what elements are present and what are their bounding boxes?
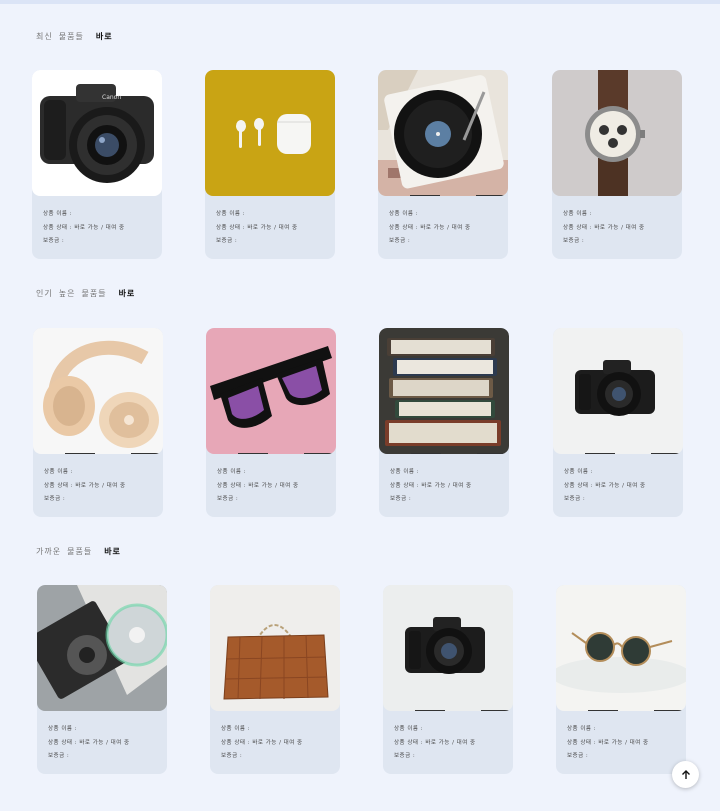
product-deposit: 보증금 : — [563, 238, 585, 244]
product-status: 상품 상태 : 바로 가능 / 대여 중 — [43, 224, 125, 231]
product-deposit: 보증금 : — [564, 496, 586, 502]
section-title-word: 물품들 — [81, 289, 107, 298]
round-sunglasses-icon — [556, 585, 686, 711]
product-name: 상품 이름 : — [390, 469, 420, 475]
svg-text:Canon: Canon — [102, 94, 121, 101]
product-image — [210, 585, 340, 711]
product-card[interactable]: 상품 이름 : 상품 상태 : 바로 가능 / 대여 중 보증금 : — [383, 585, 513, 774]
camera-icon: Canon — [32, 70, 162, 196]
product-image — [33, 328, 163, 454]
product-image — [383, 585, 513, 711]
product-name: 상품 이름 : — [217, 469, 247, 475]
section-title-word: 높은 — [58, 289, 76, 298]
section-title-word: 물품들 — [58, 32, 84, 41]
section-title: 인기 높은 물품들 바로 — [36, 288, 135, 299]
product-status: 상품 상태 : 바로 가능 / 대여 중 — [390, 482, 472, 489]
product-image: Canon — [32, 70, 162, 196]
product-status: 상품 상태 : 바로 가능 / 대여 중 — [221, 739, 303, 746]
product-deposit: 보증금 : — [216, 238, 238, 244]
product-name: 상품 이름 : — [389, 211, 419, 217]
top-bar — [0, 0, 720, 4]
section-title: 가까운 물품들 바로 — [36, 546, 121, 557]
section-title-accent: 바로 — [104, 547, 121, 556]
product-name: 상품 이름 : — [43, 211, 73, 217]
product-card[interactable]: 상품 이름 : 상품 상태 : 바로 가능 / 대여 중 보증금 : — [206, 328, 336, 517]
section-title-word: 물품들 — [67, 547, 93, 556]
product-image — [553, 328, 683, 454]
scroll-to-top-button[interactable] — [672, 761, 699, 788]
product-card[interactable]: 상품 이름 : 상품 상태 : 바로 가능 / 대여 중 보증금 : — [37, 585, 167, 774]
headphones-icon — [33, 328, 163, 454]
product-deposit: 보증금 : — [44, 496, 66, 502]
disc-drive-icon — [37, 585, 167, 711]
product-status: 상품 상태 : 바로 가능 / 대여 중 — [217, 482, 299, 489]
product-name: 상품 이름 : — [216, 211, 246, 217]
product-deposit: 보증금 : — [221, 753, 243, 759]
product-image — [556, 585, 686, 711]
product-deposit: 보증금 : — [390, 496, 412, 502]
product-status: 상품 상태 : 바로 가능 / 대여 중 — [44, 482, 126, 489]
product-image — [37, 585, 167, 711]
camera-icon — [383, 585, 513, 711]
section-title-word: 가까운 — [36, 547, 62, 556]
product-image — [378, 70, 508, 196]
product-status: 상품 상태 : 바로 가능 / 대여 중 — [564, 482, 646, 489]
section-title-accent: 바로 — [118, 289, 136, 298]
product-deposit: 보증금 : — [394, 753, 416, 759]
product-name: 상품 이름 : — [567, 726, 597, 732]
product-status: 상품 상태 : 바로 가능 / 대여 중 — [389, 224, 471, 231]
product-deposit: 보증금 : — [567, 753, 589, 759]
handbag-icon — [210, 585, 340, 711]
product-card[interactable]: 상품 이름 : 상품 상태 : 바로 가능 / 대여 중 보증금 : — [379, 328, 509, 517]
record-player-icon — [378, 70, 508, 196]
product-card[interactable]: 상품 이름 : 상품 상태 : 바로 가능 / 대여 중 보증금 : — [552, 70, 682, 259]
section-title-accent: 바로 — [95, 32, 113, 41]
product-status: 상품 상태 : 바로 가능 / 대여 중 — [567, 739, 649, 746]
arrow-up-icon — [681, 769, 690, 779]
product-name: 상품 이름 : — [221, 726, 251, 732]
product-name: 상품 이름 : — [564, 469, 594, 475]
earbuds-icon — [205, 70, 335, 196]
product-name: 상품 이름 : — [48, 726, 78, 732]
product-name: 상품 이름 : — [44, 469, 74, 475]
section-title-word: 최신 — [36, 32, 53, 41]
product-card[interactable]: 상품 이름 : 상품 상태 : 바로 가능 / 대여 중 보증금 : — [378, 70, 508, 259]
product-card[interactable]: 상품 이름 : 상품 상태 : 바로 가능 / 대여 중 보증금 : — [210, 585, 340, 774]
product-status: 상품 상태 : 바로 가능 / 대여 중 — [216, 224, 298, 231]
product-image — [552, 70, 682, 196]
sunglasses-icon — [206, 328, 336, 454]
product-card[interactable]: 상품 이름 : 상품 상태 : 바로 가능 / 대여 중 보증금 : — [205, 70, 335, 259]
product-name: 상품 이름 : — [394, 726, 424, 732]
product-card[interactable]: 상품 이름 : 상품 상태 : 바로 가능 / 대여 중 보증금 : — [556, 585, 686, 774]
product-status: 상품 상태 : 바로 가능 / 대여 중 — [563, 224, 645, 231]
product-status: 상품 상태 : 바로 가능 / 대여 중 — [394, 739, 476, 746]
product-name: 상품 이름 : — [563, 211, 593, 217]
product-image — [206, 328, 336, 454]
product-status: 상품 상태 : 바로 가능 / 대여 중 — [48, 739, 130, 746]
product-image — [379, 328, 509, 454]
section-title-word: 인기 — [36, 289, 53, 298]
product-deposit: 보증금 : — [48, 753, 70, 759]
section-title: 최신 물품들 바로 — [36, 31, 113, 42]
product-image — [205, 70, 335, 196]
watch-icon — [552, 70, 682, 196]
product-deposit: 보증금 : — [217, 496, 239, 502]
product-card[interactable]: 상품 이름 : 상품 상태 : 바로 가능 / 대여 중 보증금 : — [33, 328, 163, 517]
product-card[interactable]: Canon 상품 이름 : 상품 상태 : 바로 가능 / 대여 중 보증금 : — [32, 70, 162, 259]
product-deposit: 보증금 : — [389, 238, 411, 244]
product-card[interactable]: 상품 이름 : 상품 상태 : 바로 가능 / 대여 중 보증금 : — [553, 328, 683, 517]
camera-icon — [553, 328, 683, 454]
product-deposit: 보증금 : — [43, 238, 65, 244]
books-icon — [379, 328, 509, 454]
